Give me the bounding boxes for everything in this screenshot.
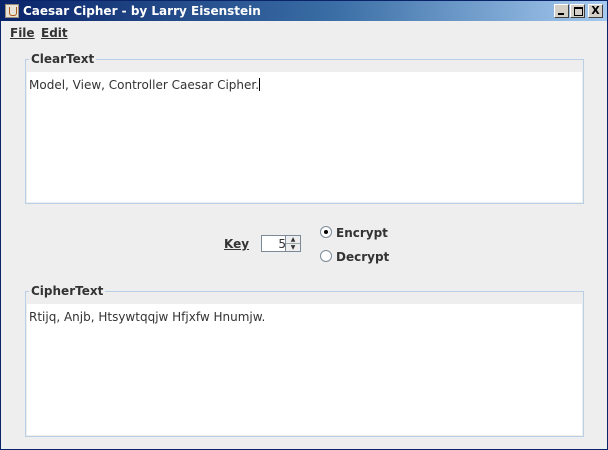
radio-decrypt-label: Decrypt bbox=[336, 250, 390, 264]
ciphertext-panel: CipherText Rtijq, Anjb, Htsywtqqjw Hfjxf… bbox=[25, 284, 584, 437]
radio-decrypt[interactable]: Decrypt bbox=[320, 250, 389, 264]
menu-file[interactable]: File bbox=[10, 26, 35, 40]
minimize-button[interactable] bbox=[554, 4, 569, 18]
ciphertext-legend: CipherText bbox=[31, 284, 104, 298]
ciphertext-value: Rtijq, Anjb, Htsywtqqjw Hfjxfw Hnumjw. bbox=[29, 310, 266, 324]
cleartext-value: Model, View, Controller Caesar Cipher. bbox=[29, 78, 260, 92]
spinner-up-arrow-icon[interactable]: ▲ bbox=[286, 236, 300, 244]
app-window: Caesar Cipher - by Larry Eisenstein X Fi… bbox=[0, 0, 608, 450]
key-spinner[interactable]: 5 ▲ ▼ bbox=[261, 235, 301, 252]
close-button[interactable]: X bbox=[588, 4, 603, 18]
key-value[interactable]: 5 bbox=[262, 237, 286, 251]
menu-edit[interactable]: Edit bbox=[41, 26, 68, 40]
maximize-button[interactable] bbox=[570, 4, 585, 18]
cleartext-panel: ClearText Model, View, Controller Caesar… bbox=[25, 52, 584, 204]
java-cup-icon bbox=[5, 4, 19, 18]
radio-encrypt[interactable]: Encrypt bbox=[320, 226, 388, 240]
spinner-down-arrow-icon[interactable]: ▼ bbox=[286, 244, 300, 251]
window-title: Caesar Cipher - by Larry Eisenstein bbox=[23, 4, 261, 18]
ciphertext-textarea[interactable]: Rtijq, Anjb, Htsywtqqjw Hfjxfw Hnumjw. bbox=[27, 304, 582, 435]
radio-selected-icon bbox=[320, 226, 332, 238]
key-label: Key bbox=[224, 237, 250, 251]
cleartext-legend: ClearText bbox=[31, 52, 95, 66]
cleartext-textarea[interactable]: Model, View, Controller Caesar Cipher. bbox=[27, 72, 582, 202]
radio-encrypt-label: Encrypt bbox=[336, 226, 388, 240]
radio-unselected-icon bbox=[320, 250, 332, 262]
text-caret bbox=[259, 78, 261, 91]
spinner-arrows: ▲ ▼ bbox=[285, 236, 300, 251]
title-bar[interactable]: Caesar Cipher - by Larry Eisenstein X bbox=[1, 1, 607, 21]
menu-bar: File Edit bbox=[1, 21, 607, 45]
